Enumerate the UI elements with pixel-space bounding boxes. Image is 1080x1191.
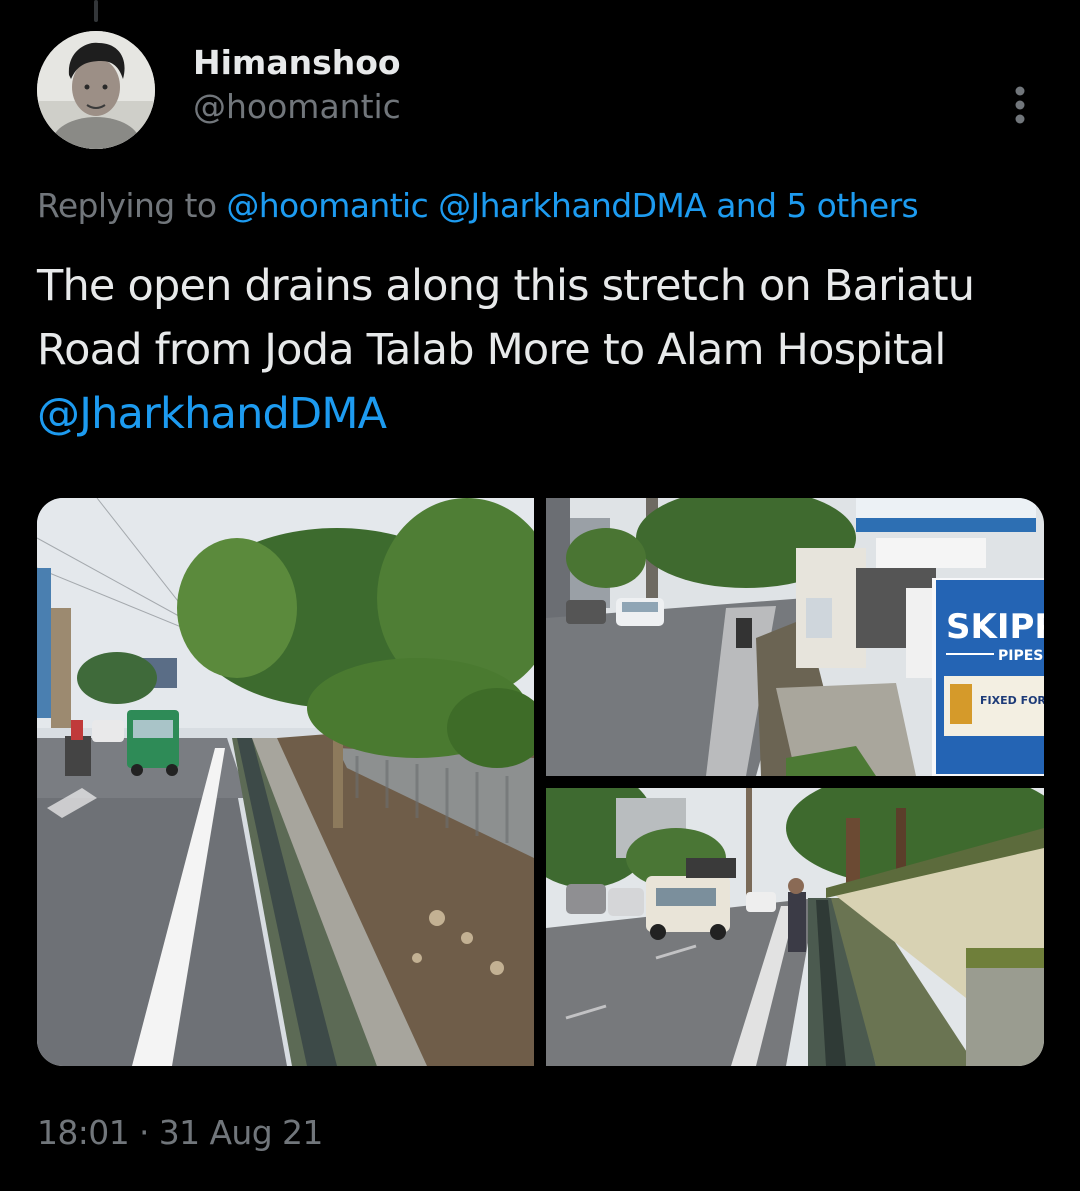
avatar[interactable] <box>37 31 155 149</box>
photo-road-with-sign[interactable]: SKIPP PIPES FIXED FOR LIF <box>546 498 1044 776</box>
avatar-photo <box>37 31 155 149</box>
reply-mention-jharkhanddma[interactable]: @JharkhandDMA <box>438 186 707 225</box>
photo-wall-drain[interactable] <box>546 788 1044 1066</box>
photo-wall-drain-image <box>546 788 1044 1066</box>
author-handle[interactable]: @hoomantic <box>193 84 401 130</box>
tweet-text: The open drains along this stretch on Ba… <box>37 254 1057 446</box>
photo-roadside-drain[interactable] <box>37 498 534 1066</box>
tweet-text-line-1: The open drains along this stretch on Ba… <box>37 261 975 311</box>
reply-mention-hoomantic[interactable]: @hoomantic <box>226 186 428 225</box>
thread-connector-line <box>94 0 98 22</box>
photo-roadside-drain-image <box>37 498 534 1066</box>
sign-tag-text: FIXED FOR LIF <box>980 694 1044 707</box>
tweet-date: 31 Aug 21 <box>158 1113 324 1152</box>
reply-context: Replying to @hoomantic @JharkhandDMA and… <box>37 183 919 229</box>
sign-sub-text: PIPES <box>998 648 1043 664</box>
author-info[interactable]: Himanshoo @hoomantic <box>193 40 401 130</box>
more-vertical-icon <box>1015 86 1025 124</box>
media-grid: SKIPP PIPES FIXED FOR LIF <box>37 498 1044 1066</box>
tweet-timestamp[interactable]: 18:01 · 31 Aug 21 <box>37 1110 323 1156</box>
more-options-button[interactable] <box>1000 80 1040 130</box>
tweet-text-line-2: Road from Joda Talab More to Alam Hospit… <box>37 325 946 375</box>
photo-road-with-sign-image: SKIPP PIPES FIXED FOR LIF <box>546 498 1044 776</box>
timestamp-separator: · <box>139 1113 149 1152</box>
reply-context-prefix: Replying to <box>37 186 217 225</box>
reply-others-link[interactable]: and 5 others <box>716 186 919 225</box>
sign-brand-text: SKIPP <box>946 607 1044 647</box>
tweet-mention-jharkhanddma[interactable]: @JharkhandDMA <box>37 382 1057 446</box>
author-display-name[interactable]: Himanshoo <box>193 40 401 86</box>
tweet-time: 18:01 <box>37 1113 130 1152</box>
